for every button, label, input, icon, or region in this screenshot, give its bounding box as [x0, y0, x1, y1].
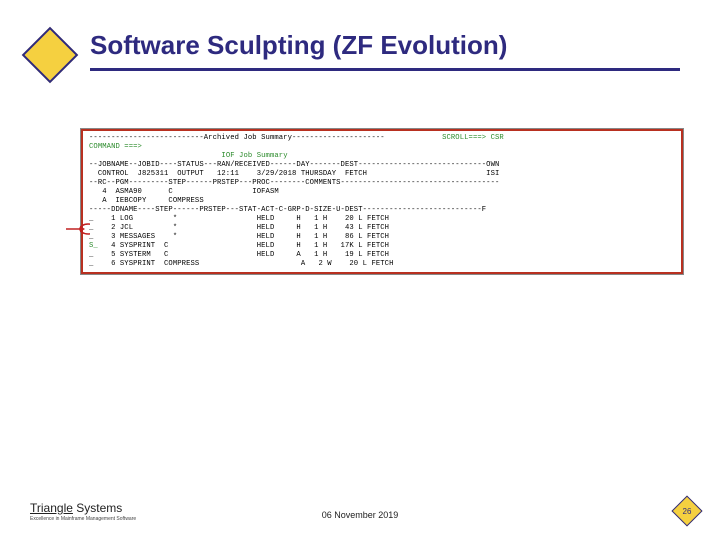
term-line-1[interactable]: COMMAND ===> — [89, 143, 142, 151]
page-number-diamond: 26 — [671, 495, 702, 526]
term-line-6: 4 ASMA90 C IOFASM — [89, 188, 279, 196]
term-line-4: CONTROL J825311 OUTPUT 12:11 3/29/2018 T… — [89, 170, 499, 178]
logo-tagline: Excellence in Mainframe Management Softw… — [30, 516, 136, 522]
diamond-icon — [22, 27, 79, 84]
logo-systems: Systems — [73, 501, 122, 515]
title-underline — [90, 68, 680, 71]
footer-date: 06 November 2019 — [322, 510, 399, 520]
terminal-red-border: --------------------------Archived Job S… — [81, 129, 683, 274]
term-line-0: --------------------------Archived Job S… — [89, 134, 504, 142]
logo-triangle: Triangle — [30, 501, 73, 515]
page-number: 26 — [683, 507, 692, 516]
term-line-11[interactable]: _ 3 MESSAGES * HELD H 1 H 86 L FETCH — [89, 233, 389, 241]
term-line-5: --RC--PGM---------STEP------PRSTEP---PRO… — [89, 179, 499, 187]
term-line-8: -----DDNAME----STEP------PRSTEP---STAT-A… — [89, 206, 486, 214]
terminal-frame: --------------------------Archived Job S… — [80, 128, 684, 275]
terminal-screen: --------------------------Archived Job S… — [89, 134, 677, 269]
footer-logo: Triangle Systems Excellence in Mainframe… — [30, 501, 136, 522]
page-title: Software Sculpting (ZF Evolution) — [90, 30, 507, 61]
term-line-12[interactable]: S_ 4 SYSPRINT C HELD H 1 H 17K L FETCH — [89, 242, 389, 250]
term-line-3: --JOBNAME--JOBID----STATUS---RAN/RECEIVE… — [89, 161, 499, 169]
term-line-13[interactable]: _ 5 SYSTERM C HELD A 1 H 19 L FETCH — [89, 251, 389, 259]
term-line-2: IOF Job Summary — [89, 152, 288, 160]
selection-arrow-icon — [66, 222, 90, 236]
term-line-10[interactable]: _ 2 JCL * HELD H 1 H 43 L FETCH — [89, 224, 389, 232]
term-line-7: A IEBCOPY COMPRESS — [89, 197, 204, 205]
term-line-9[interactable]: _ 1 LOG * HELD H 1 H 20 L FETCH — [89, 215, 389, 223]
term-line-14[interactable]: _ 6 SYSPRINT COMPRESS A 2 W 20 L FETCH — [89, 260, 394, 268]
